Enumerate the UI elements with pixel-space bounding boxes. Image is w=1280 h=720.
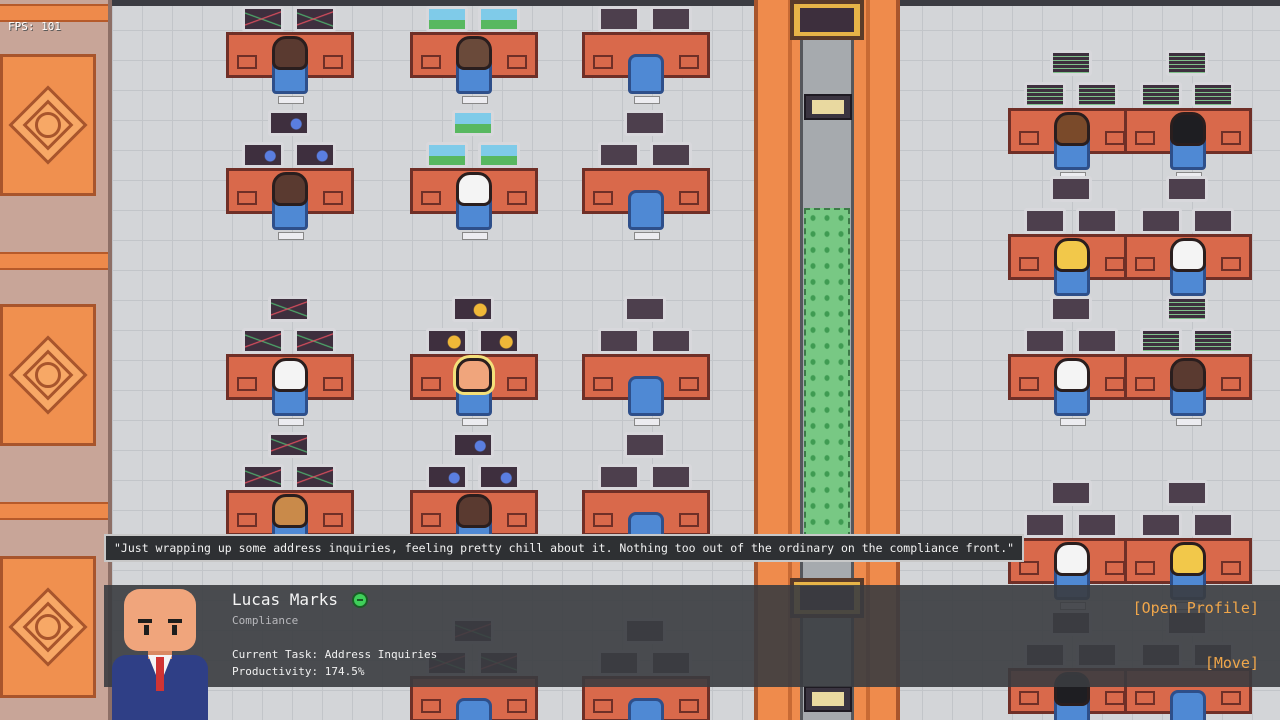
- left-wall: [0, 0, 112, 720]
- employee[interactable]: [1054, 112, 1090, 146]
- desk-pod[interactable]: [410, 0, 538, 106]
- decorative-rug: [0, 54, 96, 196]
- employee-department: Compliance: [232, 614, 299, 627]
- employee[interactable]: [272, 494, 308, 528]
- employee[interactable]: [456, 36, 492, 70]
- corridor-gate: [790, 0, 864, 40]
- desk-pod[interactable]: [226, 296, 354, 428]
- employee[interactable]: [1170, 238, 1206, 272]
- desk-pod[interactable]: [582, 110, 710, 242]
- desk-pod[interactable]: [410, 110, 538, 242]
- productivity: Productivity: 174.5%: [232, 665, 365, 678]
- employee-selected[interactable]: [456, 358, 492, 392]
- desk-pod[interactable]: [1008, 50, 1136, 182]
- fps-counter: FPS: 101: [8, 20, 61, 33]
- employee[interactable]: [1170, 542, 1206, 576]
- decorative-rug: [0, 556, 96, 698]
- employee[interactable]: [456, 494, 492, 528]
- employee-name: Lucas Marks: [232, 590, 338, 609]
- kiosk: [804, 94, 852, 120]
- happy-face-icon: [352, 592, 368, 608]
- employee[interactable]: [272, 358, 308, 392]
- move-button[interactable]: [Move]: [1205, 654, 1259, 672]
- desk-pod[interactable]: [582, 0, 710, 106]
- desk-pod[interactable]: [226, 0, 354, 106]
- kiosk: [804, 686, 852, 712]
- employee[interactable]: [1170, 358, 1206, 392]
- desk-pod[interactable]: [582, 296, 710, 428]
- employee[interactable]: [272, 36, 308, 70]
- employee[interactable]: [456, 172, 492, 206]
- wall-trim: [0, 252, 108, 270]
- grass-planter: [804, 208, 850, 538]
- desk-pod[interactable]: [1124, 296, 1252, 428]
- desk-pod[interactable]: [1008, 296, 1136, 428]
- desk-pod[interactable]: [1008, 176, 1136, 308]
- desk-pod[interactable]: [410, 296, 538, 428]
- employee[interactable]: [1054, 238, 1090, 272]
- employee[interactable]: [1170, 112, 1206, 146]
- employee-info-panel: Lucas Marks Compliance Current Task: Add…: [104, 585, 1280, 720]
- desk-pod[interactable]: [1124, 50, 1252, 182]
- desk-pod[interactable]: [1124, 176, 1252, 308]
- open-profile-button[interactable]: [Open Profile]: [1133, 599, 1259, 617]
- employee[interactable]: [1054, 358, 1090, 392]
- employee[interactable]: [272, 172, 308, 206]
- decorative-rug: [0, 304, 96, 446]
- speech-bubble: "Just wrapping up some address inquiries…: [104, 534, 1025, 562]
- current-task: Current Task: Address Inquiries: [232, 648, 438, 661]
- wall-trim: [0, 502, 108, 520]
- desk-pod[interactable]: [226, 110, 354, 242]
- employee[interactable]: [1054, 542, 1090, 576]
- employee-portrait: [110, 585, 210, 720]
